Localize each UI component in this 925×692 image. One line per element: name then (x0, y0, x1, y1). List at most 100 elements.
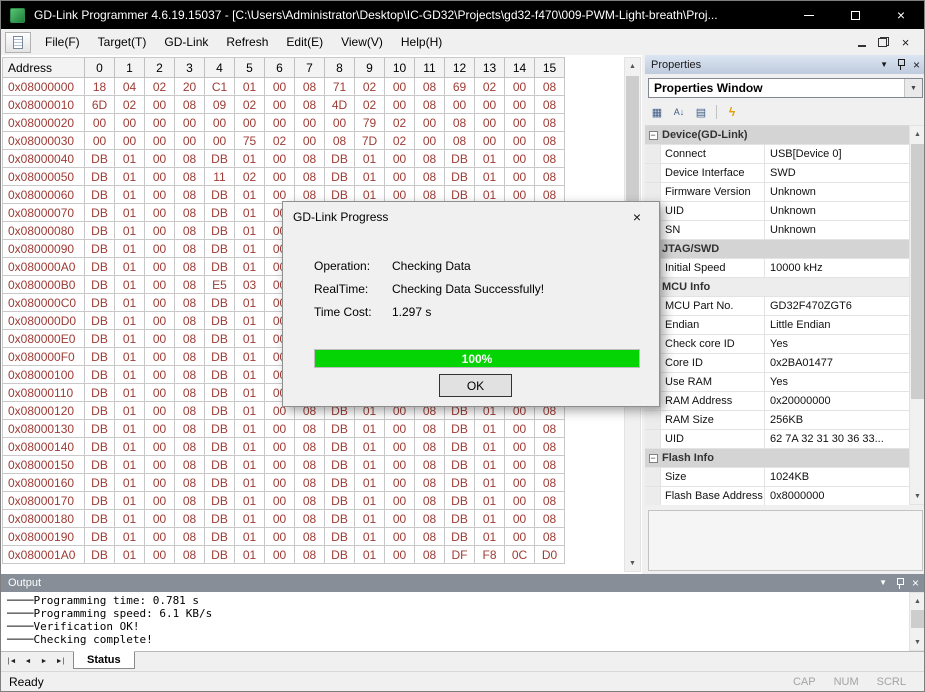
dropdown-arrow-icon[interactable]: ▼ (904, 79, 922, 97)
hex-byte-cell[interactable]: DB (85, 240, 115, 258)
hex-byte-cell[interactable]: 00 (145, 420, 175, 438)
hex-byte-cell[interactable]: 01 (475, 420, 505, 438)
hex-byte-cell[interactable]: 08 (295, 492, 325, 510)
hex-byte-cell[interactable]: 04 (115, 78, 145, 96)
close-icon[interactable]: × (913, 59, 920, 71)
hex-byte-cell[interactable]: 01 (115, 222, 145, 240)
hex-byte-cell[interactable]: 08 (415, 438, 445, 456)
hex-byte-cell[interactable]: 08 (175, 276, 205, 294)
hex-byte-cell[interactable]: DB (205, 366, 235, 384)
tab-nav-prev-button[interactable]: ◄ (20, 654, 36, 669)
menu-item-edit-e[interactable]: Edit(E) (277, 32, 332, 52)
hex-byte-cell[interactable]: 00 (145, 546, 175, 564)
hex-byte-cell[interactable]: 00 (385, 492, 415, 510)
hex-byte-cell[interactable]: 75 (235, 132, 265, 150)
hex-byte-cell[interactable]: 08 (295, 456, 325, 474)
hex-byte-cell[interactable]: 00 (145, 456, 175, 474)
hex-byte-cell[interactable]: 01 (115, 456, 145, 474)
mdi-restore-button[interactable] (874, 34, 893, 51)
hex-byte-cell[interactable]: 01 (115, 420, 145, 438)
hex-byte-cell[interactable]: 08 (175, 348, 205, 366)
hex-byte-cell[interactable]: 01 (355, 492, 385, 510)
hex-byte-cell[interactable]: 01 (355, 420, 385, 438)
hex-byte-cell[interactable]: 00 (385, 510, 415, 528)
hex-byte-cell[interactable]: DB (205, 312, 235, 330)
hex-byte-cell[interactable]: 00 (265, 150, 295, 168)
hex-byte-cell[interactable]: DB (205, 348, 235, 366)
property-value[interactable]: Little Endian (765, 316, 909, 334)
hex-byte-cell[interactable]: 01 (115, 510, 145, 528)
hex-byte-cell[interactable]: 00 (505, 114, 535, 132)
property-value[interactable]: Yes (765, 373, 909, 391)
hex-byte-cell[interactable]: 08 (535, 96, 565, 114)
hex-byte-cell[interactable]: 00 (145, 510, 175, 528)
hex-byte-cell[interactable]: DB (205, 438, 235, 456)
hex-byte-cell[interactable]: 09 (205, 96, 235, 114)
hex-byte-cell[interactable]: 08 (295, 438, 325, 456)
hex-byte-cell[interactable]: DB (85, 366, 115, 384)
hex-byte-cell[interactable]: 08 (415, 150, 445, 168)
scroll-down-button[interactable]: ▼ (910, 488, 924, 504)
scroll-up-button[interactable]: ▲ (910, 126, 924, 142)
property-value[interactable]: Unknown (765, 183, 909, 201)
hex-byte-cell[interactable]: 00 (145, 294, 175, 312)
hex-byte-cell[interactable]: 00 (505, 510, 535, 528)
hex-byte-cell[interactable]: DB (85, 186, 115, 204)
hex-byte-cell[interactable]: 01 (115, 402, 145, 420)
hex-byte-cell[interactable]: 00 (145, 528, 175, 546)
hex-byte-cell[interactable]: 08 (175, 168, 205, 186)
property-value[interactable]: 10000 kHz (765, 259, 909, 277)
hex-byte-cell[interactable]: DB (205, 402, 235, 420)
scroll-down-button[interactable]: ▼ (625, 555, 640, 571)
hex-byte-cell[interactable]: 01 (235, 186, 265, 204)
hex-byte-cell[interactable]: 00 (385, 96, 415, 114)
hex-byte-cell[interactable]: DB (445, 438, 475, 456)
hex-byte-cell[interactable]: 00 (145, 492, 175, 510)
hex-byte-cell[interactable]: 08 (175, 402, 205, 420)
hex-byte-cell[interactable]: 01 (475, 492, 505, 510)
hex-byte-cell[interactable]: 01 (115, 492, 145, 510)
hex-byte-cell[interactable]: DB (205, 222, 235, 240)
hex-byte-cell[interactable]: 02 (265, 132, 295, 150)
titlebar[interactable]: GD-Link Programmer 4.6.19.15037 - [C:\Us… (1, 1, 924, 29)
scroll-up-button[interactable]: ▲ (910, 593, 924, 609)
hex-byte-cell[interactable]: 08 (175, 150, 205, 168)
hex-byte-cell[interactable]: 02 (145, 78, 175, 96)
hex-byte-cell[interactable]: 01 (355, 546, 385, 564)
scrollbar-thumb[interactable] (626, 76, 639, 206)
property-value[interactable]: 1024KB (765, 468, 909, 486)
hex-byte-cell[interactable]: 00 (145, 474, 175, 492)
sort-alphabetical-icon[interactable]: A↓ (670, 104, 688, 121)
property-value[interactable]: SWD (765, 164, 909, 182)
hex-byte-cell[interactable]: 03 (235, 276, 265, 294)
hex-byte-cell[interactable]: 01 (235, 312, 265, 330)
hex-byte-cell[interactable]: DB (205, 528, 235, 546)
hex-byte-cell[interactable]: 01 (355, 528, 385, 546)
hex-byte-cell[interactable]: 00 (145, 132, 175, 150)
hex-byte-cell[interactable]: 08 (535, 528, 565, 546)
hex-byte-cell[interactable]: 01 (235, 420, 265, 438)
dialog-close-button[interactable]: × (616, 203, 658, 231)
hex-byte-cell[interactable]: DB (85, 330, 115, 348)
hex-byte-cell[interactable]: 01 (355, 438, 385, 456)
hex-byte-cell[interactable]: 08 (175, 258, 205, 276)
hex-byte-cell[interactable]: DB (85, 168, 115, 186)
scrollbar-thumb[interactable] (911, 144, 924, 399)
ok-button[interactable]: OK (439, 374, 512, 397)
hex-byte-cell[interactable]: 01 (115, 204, 145, 222)
property-value[interactable]: USB[Device 0] (765, 145, 909, 163)
hex-byte-cell[interactable]: 01 (115, 258, 145, 276)
hex-byte-cell[interactable]: DB (205, 510, 235, 528)
hex-byte-cell[interactable]: 08 (415, 528, 445, 546)
hex-byte-cell[interactable]: 00 (385, 528, 415, 546)
hex-byte-cell[interactable]: 08 (535, 114, 565, 132)
hex-byte-cell[interactable]: 08 (445, 132, 475, 150)
hex-byte-cell[interactable]: DB (205, 420, 235, 438)
hex-byte-cell[interactable]: 00 (145, 348, 175, 366)
hex-byte-cell[interactable]: 08 (295, 150, 325, 168)
hex-byte-cell[interactable]: 08 (295, 168, 325, 186)
property-category-jtag-swd[interactable]: JTAG/SWD (645, 240, 909, 259)
collapse-minus-icon[interactable]: − (648, 130, 658, 140)
hex-byte-cell[interactable]: 01 (235, 546, 265, 564)
hex-byte-cell[interactable]: 02 (235, 96, 265, 114)
